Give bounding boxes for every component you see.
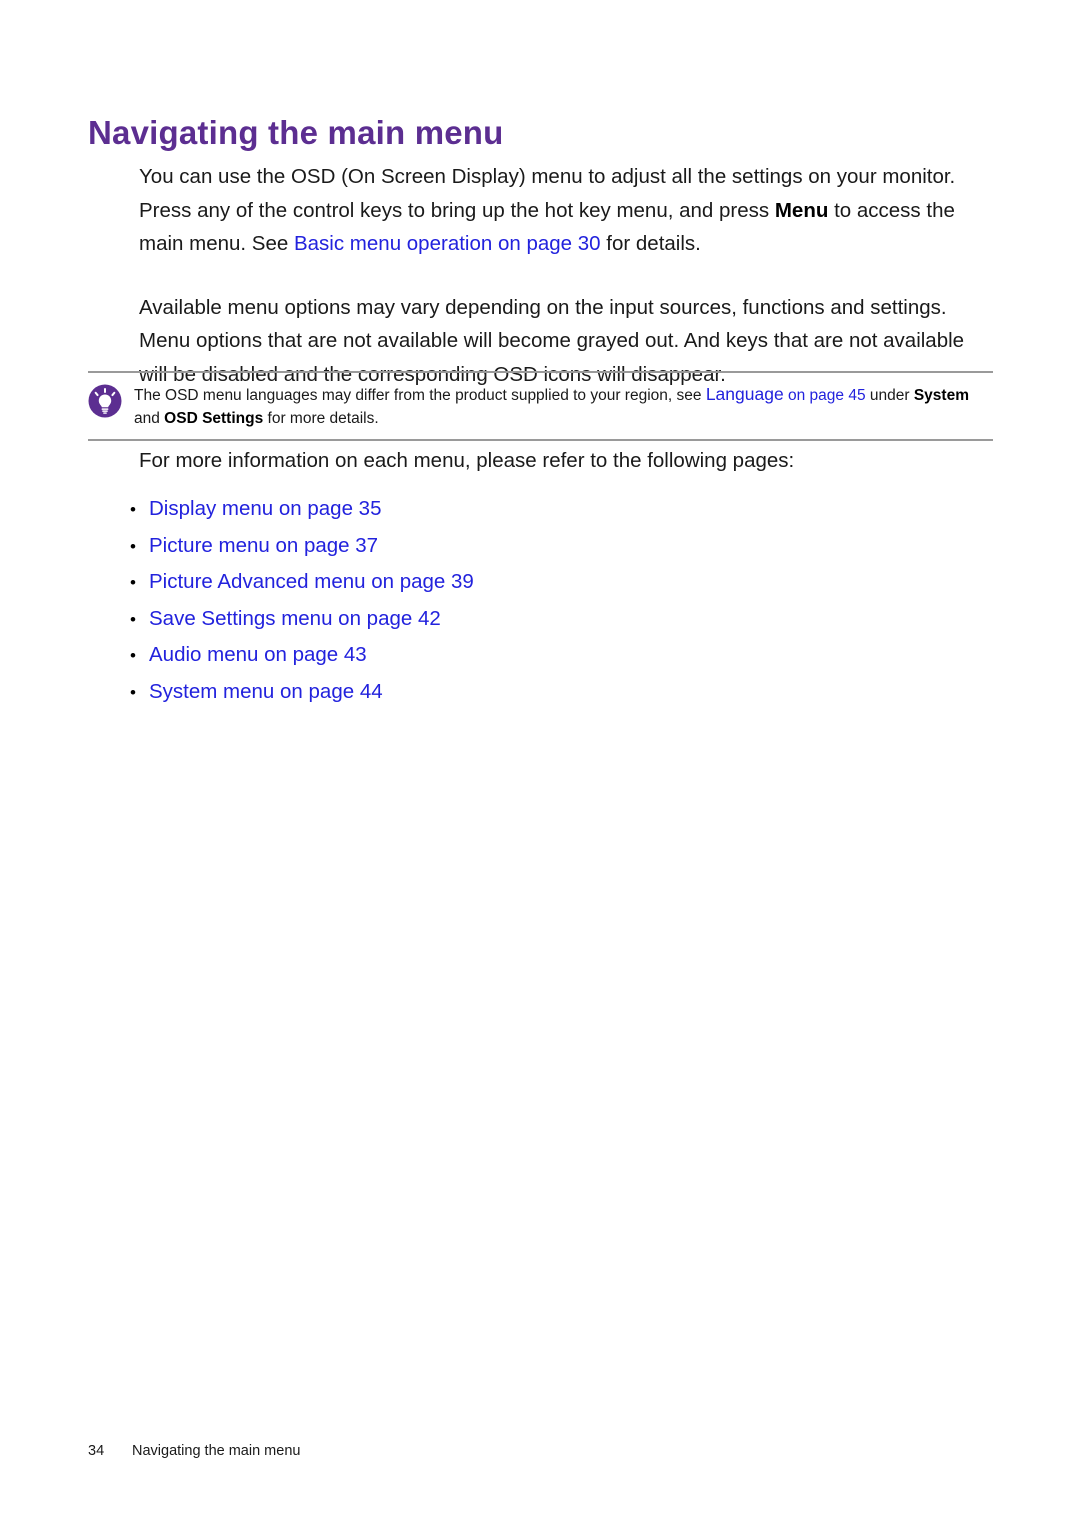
bullet-icon: • — [130, 646, 136, 665]
bullet-icon: • — [130, 573, 136, 592]
link-save-settings-menu[interactable]: Save Settings menu on page 42 — [149, 607, 441, 631]
list-item[interactable]: • Picture menu on page 37 — [130, 534, 474, 571]
list-item[interactable]: • System menu on page 44 — [130, 680, 474, 717]
link-audio-menu[interactable]: Audio menu on page 43 — [149, 643, 367, 667]
page-footer: 34 Navigating the main menu — [88, 1443, 300, 1459]
body-content: You can use the OSD (On Screen Display) … — [139, 160, 980, 391]
link-system-menu[interactable]: System menu on page 44 — [149, 680, 383, 704]
page-title: Navigating the main menu — [88, 114, 504, 152]
footer-title: Navigating the main menu — [132, 1443, 301, 1459]
note-bold-system: System — [913, 387, 969, 404]
link-picture-menu[interactable]: Picture menu on page 37 — [149, 534, 378, 558]
list-item[interactable]: • Save Settings menu on page 42 — [130, 607, 474, 644]
bullet-icon: • — [130, 609, 136, 629]
cross-reference-list: • Display menu on page 35 • Picture menu… — [130, 497, 474, 716]
list-item[interactable]: • Picture Advanced menu on page 39 — [130, 570, 474, 607]
bullet-icon: • — [130, 682, 136, 702]
paragraph-1: You can use the OSD (On Screen Display) … — [139, 160, 980, 261]
lightbulb-icon — [88, 384, 122, 418]
footer-page-number: 34 — [88, 1443, 105, 1459]
bullet-icon: • — [130, 536, 136, 556]
list-item[interactable]: • Display menu on page 35 — [130, 497, 474, 534]
link-language-page[interactable]: on page 45 — [784, 387, 866, 404]
menu-keyword-bold: Menu — [774, 198, 829, 222]
list-item[interactable]: • Audio menu on page 43 — [130, 643, 474, 680]
link-picture-advanced-menu[interactable]: Picture Advanced menu on page 39 — [149, 570, 474, 594]
bullet-icon: • — [130, 500, 136, 519]
note-text: The OSD menu languages may differ from t… — [134, 382, 993, 430]
document-page: Navigating the main menu You can use the… — [0, 0, 1080, 1527]
link-language[interactable]: Language — [706, 384, 784, 404]
note-text-part4: for more details. — [263, 410, 379, 427]
note-bold-osd-settings: OSD Settings — [164, 410, 264, 427]
note-text-part2: under — [865, 387, 914, 404]
link-basic-menu-operation[interactable]: Basic menu operation on page 30 — [294, 232, 601, 255]
paragraph-1-text-part3: for details. — [600, 232, 701, 255]
note-callout: The OSD menu languages may differ from t… — [88, 371, 993, 441]
note-text-part3: and — [134, 410, 165, 427]
list-intro-text: For more information on each menu, pleas… — [139, 449, 795, 472]
note-text-part1: The OSD menu languages may differ from t… — [134, 387, 706, 404]
link-display-menu[interactable]: Display menu on page 35 — [149, 497, 382, 521]
note-bottom-rule — [88, 439, 993, 441]
